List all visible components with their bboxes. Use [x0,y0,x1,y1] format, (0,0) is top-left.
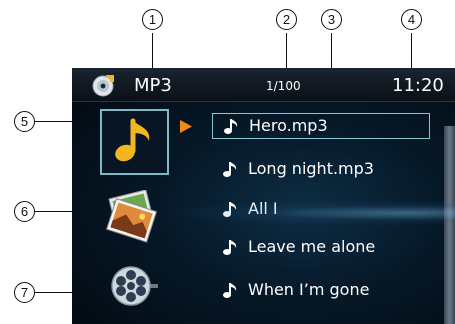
callout-leader-4 [411,33,412,71]
music-note-icon [224,119,238,134]
music-note-icon [223,202,237,217]
category-music-button[interactable] [100,109,169,175]
film-reel-icon [111,266,158,306]
list-item-label: Long night.mp3 [248,159,374,178]
callout-4: 4 [401,9,422,30]
callout-6: 6 [14,201,35,222]
callout-7: 7 [14,282,35,303]
source-title: MP3 [134,75,172,96]
track-counter: 1/100 [266,79,301,93]
music-note-icon [223,240,237,255]
callout-2: 2 [276,9,297,30]
play-arrow-icon [180,120,192,133]
list-item[interactable]: When I’m gone [212,277,430,303]
music-note-icon [223,162,237,177]
scrollbar[interactable] [444,126,455,324]
callout-5: 5 [14,111,35,132]
list-item-label: Hero.mp3 [249,116,328,135]
music-note-icon [114,118,149,162]
media-player-screen: MP3 1/100 11:20 Hero.mp3 Long night.mp3 … [72,68,455,324]
list-item[interactable]: All I [212,196,430,222]
disc-icon [92,75,114,97]
category-photos-button[interactable] [102,189,162,244]
category-video-button[interactable] [110,264,160,310]
list-item[interactable]: Hero.mp3 [212,113,430,139]
callout-1: 1 [142,9,163,30]
list-item[interactable]: Long night.mp3 [212,156,430,182]
list-item-label: Leave me alone [248,237,376,256]
music-note-icon [223,283,237,298]
list-item[interactable]: Leave me alone [212,234,430,260]
status-bar: MP3 1/100 11:20 [72,68,455,102]
list-item-label: When I’m gone [248,280,370,299]
callout-3: 3 [321,9,342,30]
clock: 11:20 [392,75,444,96]
callout-leader-1 [152,33,153,69]
photos-icon [106,189,158,243]
list-item-label: All I [248,199,278,218]
